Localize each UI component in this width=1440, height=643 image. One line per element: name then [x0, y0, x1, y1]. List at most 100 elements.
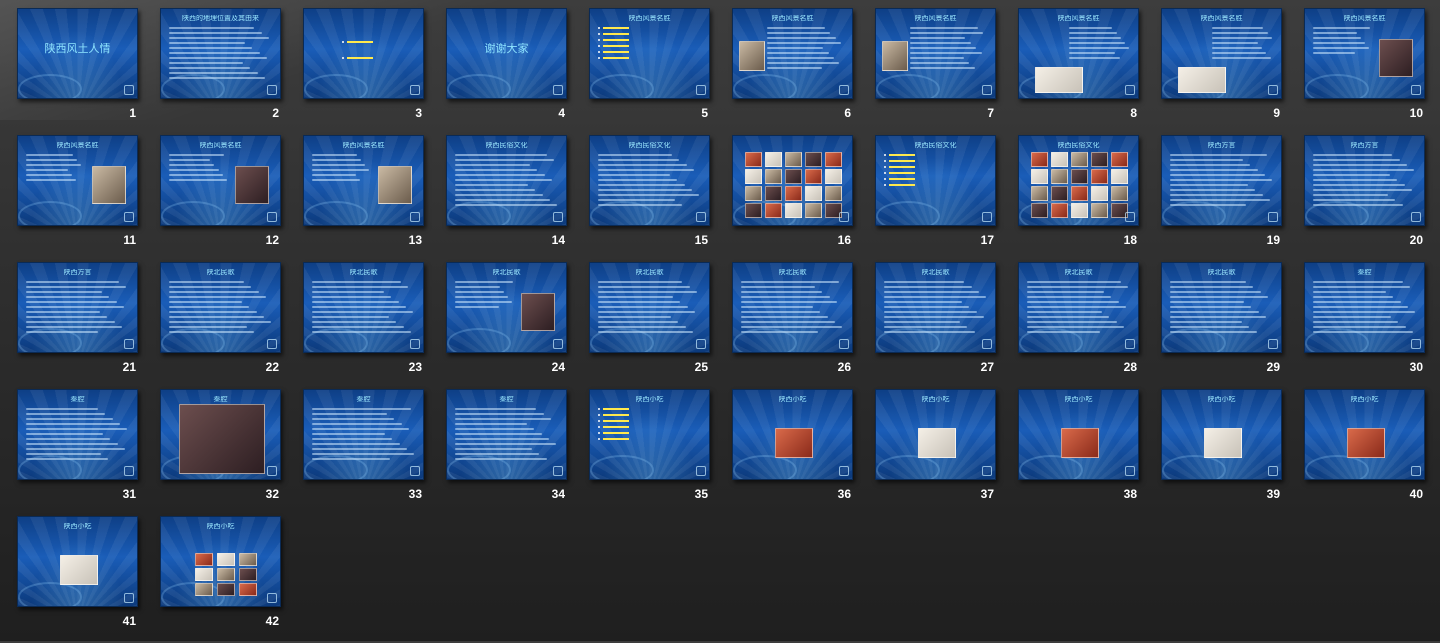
slide-thumbnail[interactable]: 陕西方言 — [1304, 135, 1425, 226]
slide-thumbnail[interactable]: 陕西风景名胜 — [1018, 8, 1139, 99]
slide-thumbnail-cell[interactable]: 秦腔 31 — [17, 389, 138, 516]
slide-thumbnail-cell[interactable]: 陕西方言 20 — [1304, 135, 1425, 262]
slide-thumbnail-cell[interactable]: 16 — [732, 135, 853, 262]
slide-title: 陕西小吃 — [1207, 396, 1236, 403]
slide-thumbnail[interactable]: 秦腔 — [160, 389, 281, 480]
slide-thumbnail-cell[interactable]: 陕西小吃 36 — [732, 389, 853, 516]
slide-thumbnail[interactable]: 陕西风景名胜 — [17, 135, 138, 226]
slide-thumbnail[interactable]: 陕西小吃 — [1018, 389, 1139, 480]
slide-image — [521, 293, 555, 331]
slide-image — [1379, 39, 1413, 77]
slide-thumbnail[interactable]: 陕西小吃 — [160, 516, 281, 607]
slide-thumbnail[interactable]: 秦腔 — [303, 389, 424, 480]
slide-thumbnail-cell[interactable]: 陕北民歌 24 — [446, 262, 567, 389]
slide-thumbnail[interactable]: 陕北民歌 — [732, 262, 853, 353]
slide-number: 17 — [980, 233, 994, 247]
slide-thumbnail-cell[interactable]: 陕西民俗文化 18 — [1018, 135, 1139, 262]
slide-thumbnail-cell[interactable]: 陕西民俗文化 14 — [446, 135, 567, 262]
slide-thumbnail-cell[interactable]: 陕西民俗文化 15 — [589, 135, 710, 262]
slide-thumbnail[interactable]: 陕北民歌 — [303, 262, 424, 353]
slide-number: 14 — [551, 233, 565, 247]
slide-thumbnail-cell[interactable]: 陕西小吃 39 — [1161, 389, 1282, 516]
slide-thumbnail-cell[interactable]: 陕西风景名胜 8 — [1018, 8, 1139, 135]
slide-thumbnail-cell[interactable]: 陕西方言 21 — [17, 262, 138, 389]
slide-thumbnail-cell[interactable]: 陕西民俗文化 17 — [875, 135, 996, 262]
slide-thumbnail-cell[interactable]: 陕北民歌 27 — [875, 262, 996, 389]
slide-image — [1091, 186, 1108, 201]
slide-thumbnail[interactable]: 陕西风景名胜 — [875, 8, 996, 99]
slide-title: 陕西民俗文化 — [914, 142, 957, 149]
slide-number: 31 — [122, 487, 136, 501]
slide-thumbnail-cell[interactable]: 谢谢大家 4 — [446, 8, 567, 135]
slide-thumbnail-cell[interactable]: 秦腔 34 — [446, 389, 567, 516]
slide-body-text — [598, 281, 701, 338]
slide-thumbnail[interactable] — [303, 8, 424, 99]
slide-title: 陕西小吃 — [1350, 396, 1379, 403]
slide-thumbnail[interactable]: 陕北民歌 — [1018, 262, 1139, 353]
slide-thumbnail[interactable]: 陕西小吃 — [732, 389, 853, 480]
slide-thumbnail-cell[interactable]: 陕北民歌 22 — [160, 262, 281, 389]
slide-thumbnail-cell[interactable]: 陕北民歌 29 — [1161, 262, 1282, 389]
slide-thumbnail-cell[interactable]: 陕北民歌 28 — [1018, 262, 1139, 389]
slide-thumbnail-cell[interactable]: 秦腔 33 — [303, 389, 424, 516]
slide-thumbnail-cell[interactable]: 陕西小吃 41 — [17, 516, 138, 643]
slide-thumbnail-cell[interactable]: 陕西风土人情 1 — [17, 8, 138, 135]
slide-thumbnail[interactable]: 陕西民俗文化 — [446, 135, 567, 226]
slide-thumbnail-cell[interactable]: 陕西小吃 40 — [1304, 389, 1425, 516]
slide-thumbnail-cell[interactable]: 秦腔 30 — [1304, 262, 1425, 389]
slide-body-text — [884, 281, 987, 338]
slide-thumbnail[interactable]: 陕西风景名胜 — [589, 8, 710, 99]
slide-thumbnail[interactable]: 陕西民俗文化 — [1018, 135, 1139, 226]
slide-thumbnail-cell[interactable]: 陕西风景名胜 11 — [17, 135, 138, 262]
slide-thumbnail-cell[interactable]: 陕北民歌 23 — [303, 262, 424, 389]
slide-thumbnail[interactable]: 陕西小吃 — [1161, 389, 1282, 480]
slide-thumbnail[interactable]: 秦腔 — [1304, 262, 1425, 353]
slide-thumbnail-cell[interactable]: 陕西风景名胜 10 — [1304, 8, 1425, 135]
slide-thumbnail[interactable]: 陕西风土人情 — [17, 8, 138, 99]
slide-thumbnail[interactable]: 陕西方言 — [17, 262, 138, 353]
slide-thumbnail-cell[interactable]: 陕西风景名胜 5 — [589, 8, 710, 135]
slide-thumbnail[interactable]: 陕西小吃 — [17, 516, 138, 607]
slide-thumbnail[interactable]: 陕北民歌 — [875, 262, 996, 353]
slide-thumbnail[interactable]: 陕西小吃 — [1304, 389, 1425, 480]
slide-thumbnail-cell[interactable]: 陕西小吃 38 — [1018, 389, 1139, 516]
slide-thumbnail[interactable]: 陕西风景名胜 — [1161, 8, 1282, 99]
slide-thumbnail[interactable]: 陕西小吃 — [875, 389, 996, 480]
slide-thumbnail[interactable]: 陕西的地理位置及其由来 — [160, 8, 281, 99]
slide-thumbnail[interactable]: 谢谢大家 — [446, 8, 567, 99]
slide-thumbnail[interactable]: 陕西民俗文化 — [589, 135, 710, 226]
slide-thumbnail-cell[interactable]: 陕西风景名胜 6 — [732, 8, 853, 135]
slide-thumbnail-cell[interactable]: 3 — [303, 8, 424, 135]
slide-thumbnail-cell[interactable]: 秦腔 32 — [160, 389, 281, 516]
slide-thumbnail[interactable]: 陕西方言 — [1161, 135, 1282, 226]
slide-thumbnail-cell[interactable]: 陕西小吃 37 — [875, 389, 996, 516]
slide-thumbnail[interactable]: 陕北民歌 — [589, 262, 710, 353]
slide-thumbnail[interactable]: 陕西风景名胜 — [303, 135, 424, 226]
slide-thumbnail-cell[interactable]: 陕西风景名胜 13 — [303, 135, 424, 262]
slide-thumbnail-cell[interactable]: 陕西小吃 35 — [589, 389, 710, 516]
slide-image — [745, 152, 762, 167]
slide-title: 陕北民歌 — [1064, 269, 1093, 276]
slide-thumbnail-cell[interactable]: 陕西风景名胜 7 — [875, 8, 996, 135]
slide-thumbnail[interactable]: 秦腔 — [446, 389, 567, 480]
slide-thumbnail[interactable]: 陕西小吃 — [589, 389, 710, 480]
slide-thumbnail[interactable]: 秦腔 — [17, 389, 138, 480]
slide-number: 38 — [1123, 487, 1137, 501]
slide-thumbnail[interactable]: 陕北民歌 — [1161, 262, 1282, 353]
slide-thumbnail[interactable]: 陕西风景名胜 — [1304, 8, 1425, 99]
slide-thumbnail-cell[interactable]: 陕西方言 19 — [1161, 135, 1282, 262]
slide-thumbnail[interactable]: 陕北民歌 — [446, 262, 567, 353]
slide-number: 22 — [265, 360, 279, 374]
slide-thumbnail-cell[interactable]: 陕北民歌 25 — [589, 262, 710, 389]
slide-thumbnail[interactable]: 陕北民歌 — [160, 262, 281, 353]
slide-thumbnail-cell[interactable]: 陕西的地理位置及其由来 2 — [160, 8, 281, 135]
slide-thumbnail[interactable]: 陕西风景名胜 — [732, 8, 853, 99]
slide-thumbnail[interactable]: 陕西风景名胜 — [160, 135, 281, 226]
slide-thumbnail-cell[interactable]: 陕西小吃 42 — [160, 516, 281, 643]
slide-thumbnail[interactable]: 陕西民俗文化 — [875, 135, 996, 226]
slide-thumbnail[interactable] — [732, 135, 853, 226]
slide-thumbnail-cell[interactable]: 陕西风景名胜 9 — [1161, 8, 1282, 135]
slide-thumbnail-cell[interactable]: 陕西风景名胜 12 — [160, 135, 281, 262]
slide-body-text — [1212, 27, 1273, 84]
slide-thumbnail-cell[interactable]: 陕北民歌 26 — [732, 262, 853, 389]
